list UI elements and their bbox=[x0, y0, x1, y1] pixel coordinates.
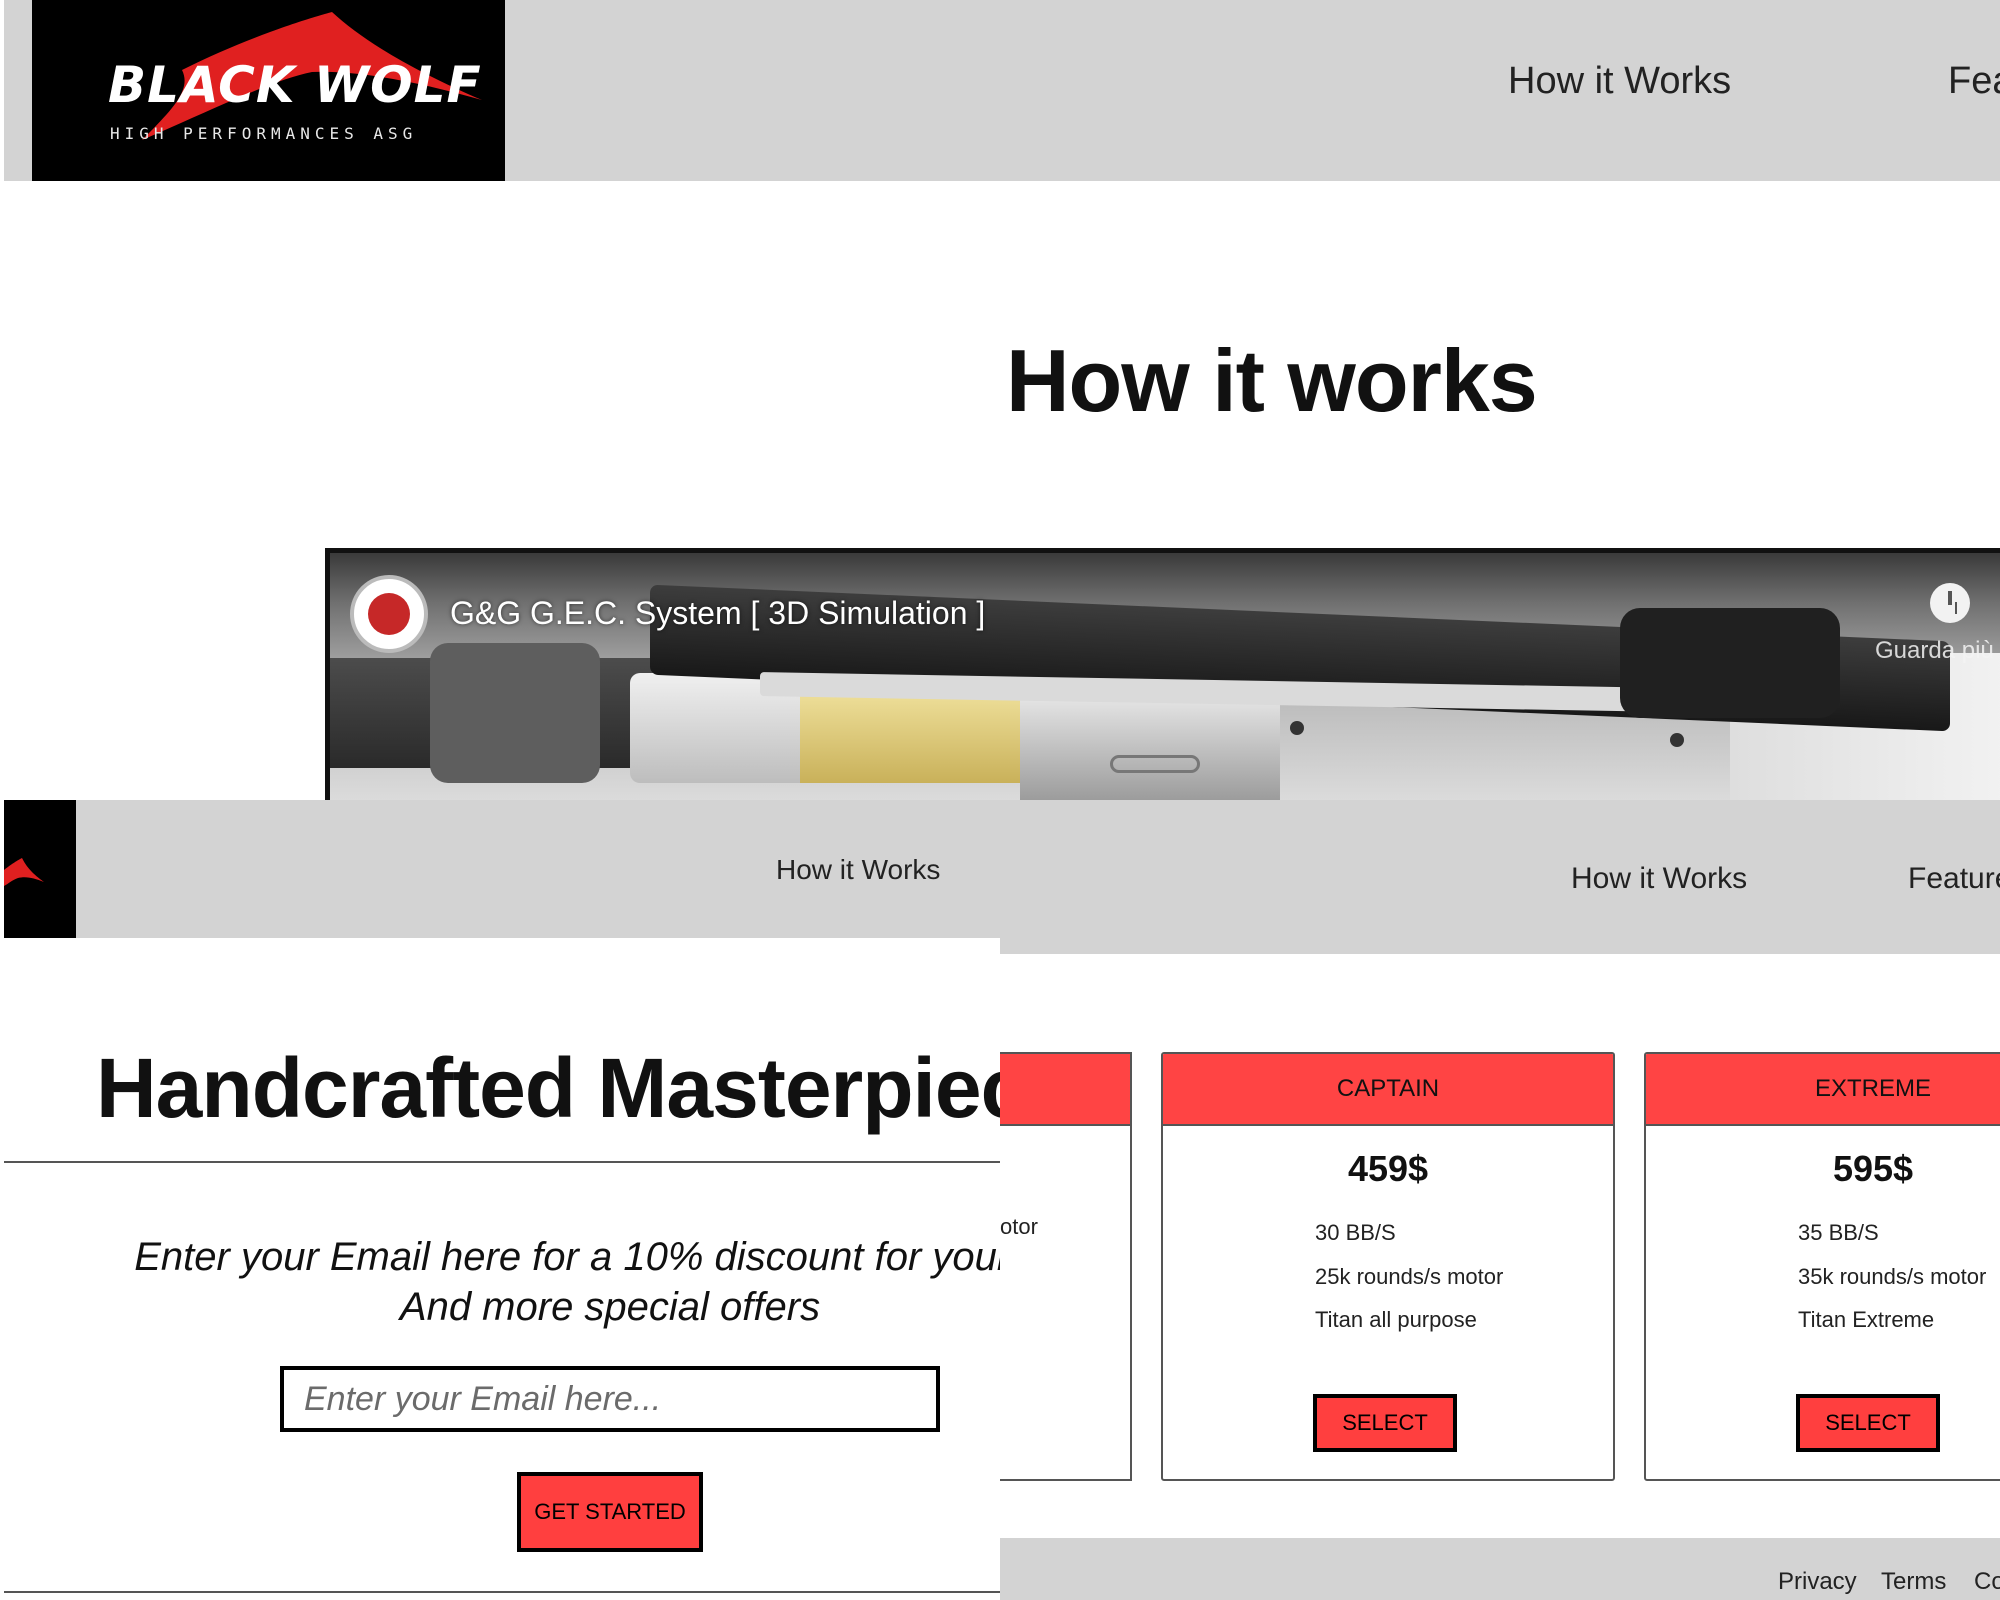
pricing-page: How it Works Feature otor CAPTAIN 459$ 3… bbox=[1000, 800, 2000, 1600]
select-button[interactable]: SELECT bbox=[1313, 1394, 1457, 1452]
pricing-card-partial: otor bbox=[1000, 1052, 1132, 1481]
nav-features[interactable]: Fea bbox=[1948, 60, 2000, 103]
signup-page: How it Works Handcrafted Masterpiec Ente… bbox=[0, 800, 1000, 1600]
nav-how-it-works[interactable]: How it Works bbox=[1571, 862, 1747, 896]
pricing-card-captain: CAPTAIN 459$ 30 BB/S 25k rounds/s motor … bbox=[1161, 1052, 1615, 1481]
plan-name: CAPTAIN bbox=[1163, 1054, 1613, 1126]
watch-later-label[interactable]: Guarda più bbox=[1875, 637, 1994, 665]
promo-text: Enter your Email here for a 10% discount… bbox=[134, 1235, 1000, 1329]
plan-feature: otor bbox=[1000, 1214, 1038, 1239]
pricing-card-extreme: EXTREME 595$ 35 BB/S 35k rounds/s motor … bbox=[1644, 1052, 2000, 1481]
get-started-button[interactable]: GET STARTED bbox=[517, 1472, 703, 1552]
footer-terms-link[interactable]: Terms bbox=[1881, 1568, 1946, 1596]
plan-feature: 25k rounds/s motor bbox=[1315, 1264, 1504, 1289]
video-title[interactable]: G&G G.E.C. System [ 3D Simulation ] bbox=[450, 595, 985, 632]
plan-feature: Titan Extreme bbox=[1798, 1307, 1935, 1332]
plan-feature: 30 BB/S bbox=[1315, 1220, 1396, 1245]
plan-feature: Titan all purpose bbox=[1315, 1307, 1477, 1332]
wolf-swoosh-icon bbox=[4, 858, 44, 886]
footer-contact-link[interactable]: Co bbox=[1974, 1568, 2000, 1596]
nav-how-it-works[interactable]: How it Works bbox=[1508, 60, 1731, 103]
pricing-navbar bbox=[1000, 800, 2000, 954]
plan-name: EXTREME bbox=[1646, 1054, 2000, 1126]
nav-features[interactable]: Feature bbox=[1908, 862, 2000, 896]
plan-feature: 35k rounds/s motor bbox=[1798, 1264, 1987, 1289]
divider bbox=[4, 1161, 1000, 1163]
footer-privacy-link[interactable]: Privacy bbox=[1778, 1568, 1857, 1596]
email-input[interactable] bbox=[280, 1366, 940, 1432]
hero-heading: Handcrafted Masterpiec bbox=[96, 1041, 1000, 1135]
nav-how-it-works[interactable]: How it Works bbox=[776, 854, 940, 886]
plan-feature: 35 BB/S bbox=[1798, 1220, 1879, 1245]
black-wolf-logo[interactable]: BLACK WOLF HIGH PERFORMANCES ASG bbox=[32, 0, 505, 181]
plan-price: 459$ bbox=[1347, 1148, 1429, 1189]
black-wolf-logo-cropped[interactable] bbox=[4, 800, 76, 938]
video-embed[interactable]: G&G G.E.C. System [ 3D Simulation ] Guar… bbox=[325, 548, 2000, 800]
channel-avatar[interactable] bbox=[350, 575, 428, 653]
logo-title: BLACK WOLF bbox=[108, 56, 482, 114]
divider bbox=[4, 1591, 1000, 1593]
logo-tagline: HIGH PERFORMANCES ASG bbox=[110, 124, 418, 143]
how-it-works-page: BLACK WOLF HIGH PERFORMANCES ASG How it … bbox=[0, 0, 2000, 800]
select-button[interactable]: SELECT bbox=[1796, 1394, 1940, 1452]
page-title: How it works bbox=[1006, 331, 1538, 430]
clock-icon[interactable] bbox=[1930, 583, 1970, 623]
plan-price: 595$ bbox=[1832, 1148, 1914, 1189]
